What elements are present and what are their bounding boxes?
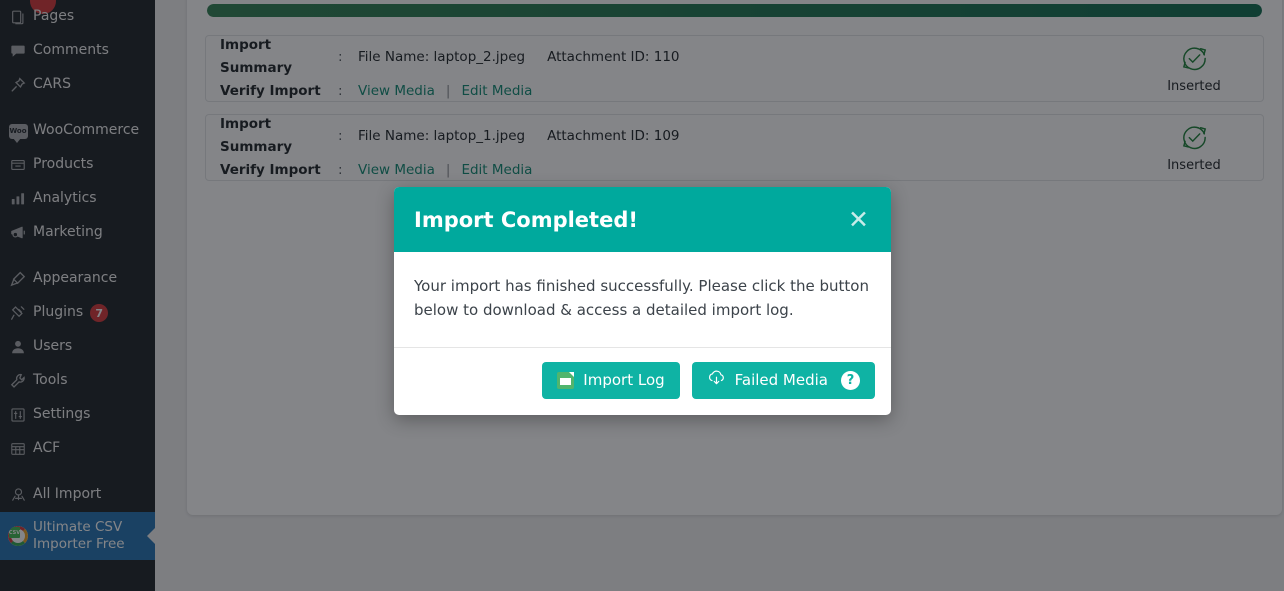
failed-media-button-label: Failed Media <box>734 371 828 390</box>
cloud-download-icon <box>707 370 726 390</box>
modal-body: Your import has finished successfully. P… <box>394 252 891 348</box>
modal-body-text: Your import has finished successfully. P… <box>414 277 869 320</box>
help-icon[interactable]: ? <box>841 370 860 390</box>
import-log-button-label: Import Log <box>583 371 665 390</box>
import-completed-modal: Import Completed! ✕ Your import has fini… <box>394 187 891 415</box>
modal-title: Import Completed! <box>414 207 638 232</box>
modal-header: Import Completed! ✕ <box>394 187 891 252</box>
import-log-button[interactable]: Import Log <box>542 361 680 399</box>
failed-media-button[interactable]: Failed Media ? <box>691 361 875 399</box>
screen-root: PagesCommentsCARSWooWooCommerceProductsA… <box>0 0 1284 591</box>
close-icon[interactable]: ✕ <box>846 203 871 236</box>
modal-footer: Import Log Failed Media ? <box>394 348 891 415</box>
csv-file-icon <box>557 371 575 389</box>
